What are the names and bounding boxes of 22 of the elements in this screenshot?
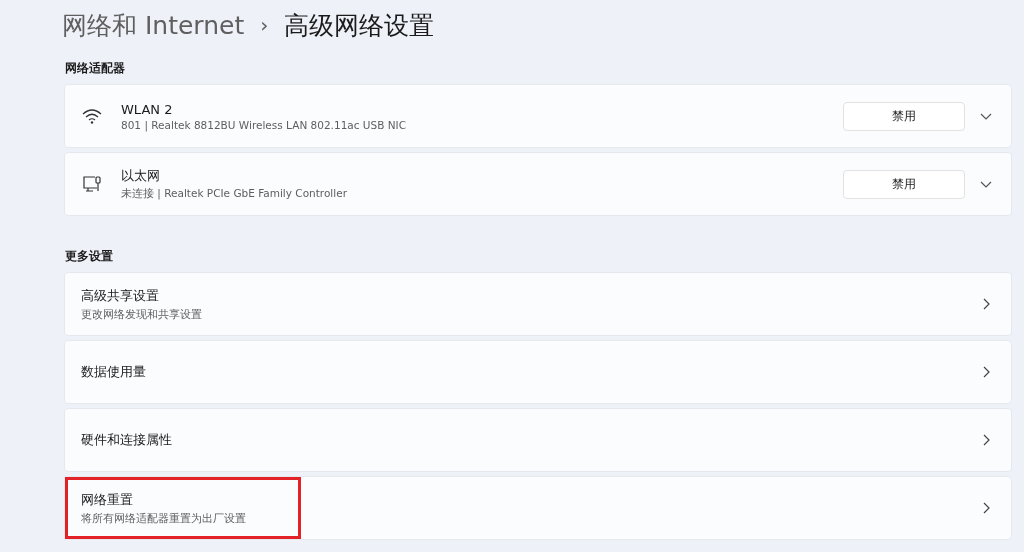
settings-row[interactable]: 硬件和连接属性 bbox=[64, 408, 1012, 472]
adapter-name: 以太网 bbox=[121, 167, 161, 185]
setting-title: 高级共享设置 bbox=[81, 286, 160, 305]
computer-cable-icon bbox=[81, 173, 103, 195]
page-title: 高级网络设置 bbox=[284, 9, 435, 42]
breadcrumb-separator: › bbox=[260, 13, 269, 37]
adapter-description: 未连接 | Realtek PCIe GbE Family Controller bbox=[121, 187, 348, 201]
section-heading: 更多设置 bbox=[65, 248, 113, 265]
section-heading: 网络适配器 bbox=[65, 60, 125, 77]
disable-button[interactable]: 禁用 bbox=[843, 169, 965, 199]
setting-title: 数据使用量 bbox=[81, 363, 147, 381]
setting-title: 硬件和连接属性 bbox=[81, 431, 173, 449]
setting-description: 将所有网络适配器重置为出厂设置 bbox=[81, 511, 247, 526]
setting-description: 更改网络发现和共享设置 bbox=[81, 307, 203, 322]
setting-title: 网络重置 bbox=[81, 490, 134, 509]
adapter-name: WLAN 2 bbox=[121, 101, 174, 117]
disable-button[interactable]: 禁用 bbox=[843, 101, 965, 131]
settings-row[interactable]: 网络重置 将所有网络适配器重置为出厂设置 bbox=[64, 476, 1012, 540]
settings-row[interactable]: 高级共享设置 更改网络发现和共享设置 bbox=[64, 272, 1012, 336]
breadcrumb-parent[interactable]: 网络和 Internet bbox=[62, 8, 245, 42]
settings-row[interactable]: 数据使用量 bbox=[64, 340, 1012, 404]
adapter-description: 801 | Realtek 8812BU Wireless LAN 802.11ac USB NIC bbox=[121, 118, 408, 131]
